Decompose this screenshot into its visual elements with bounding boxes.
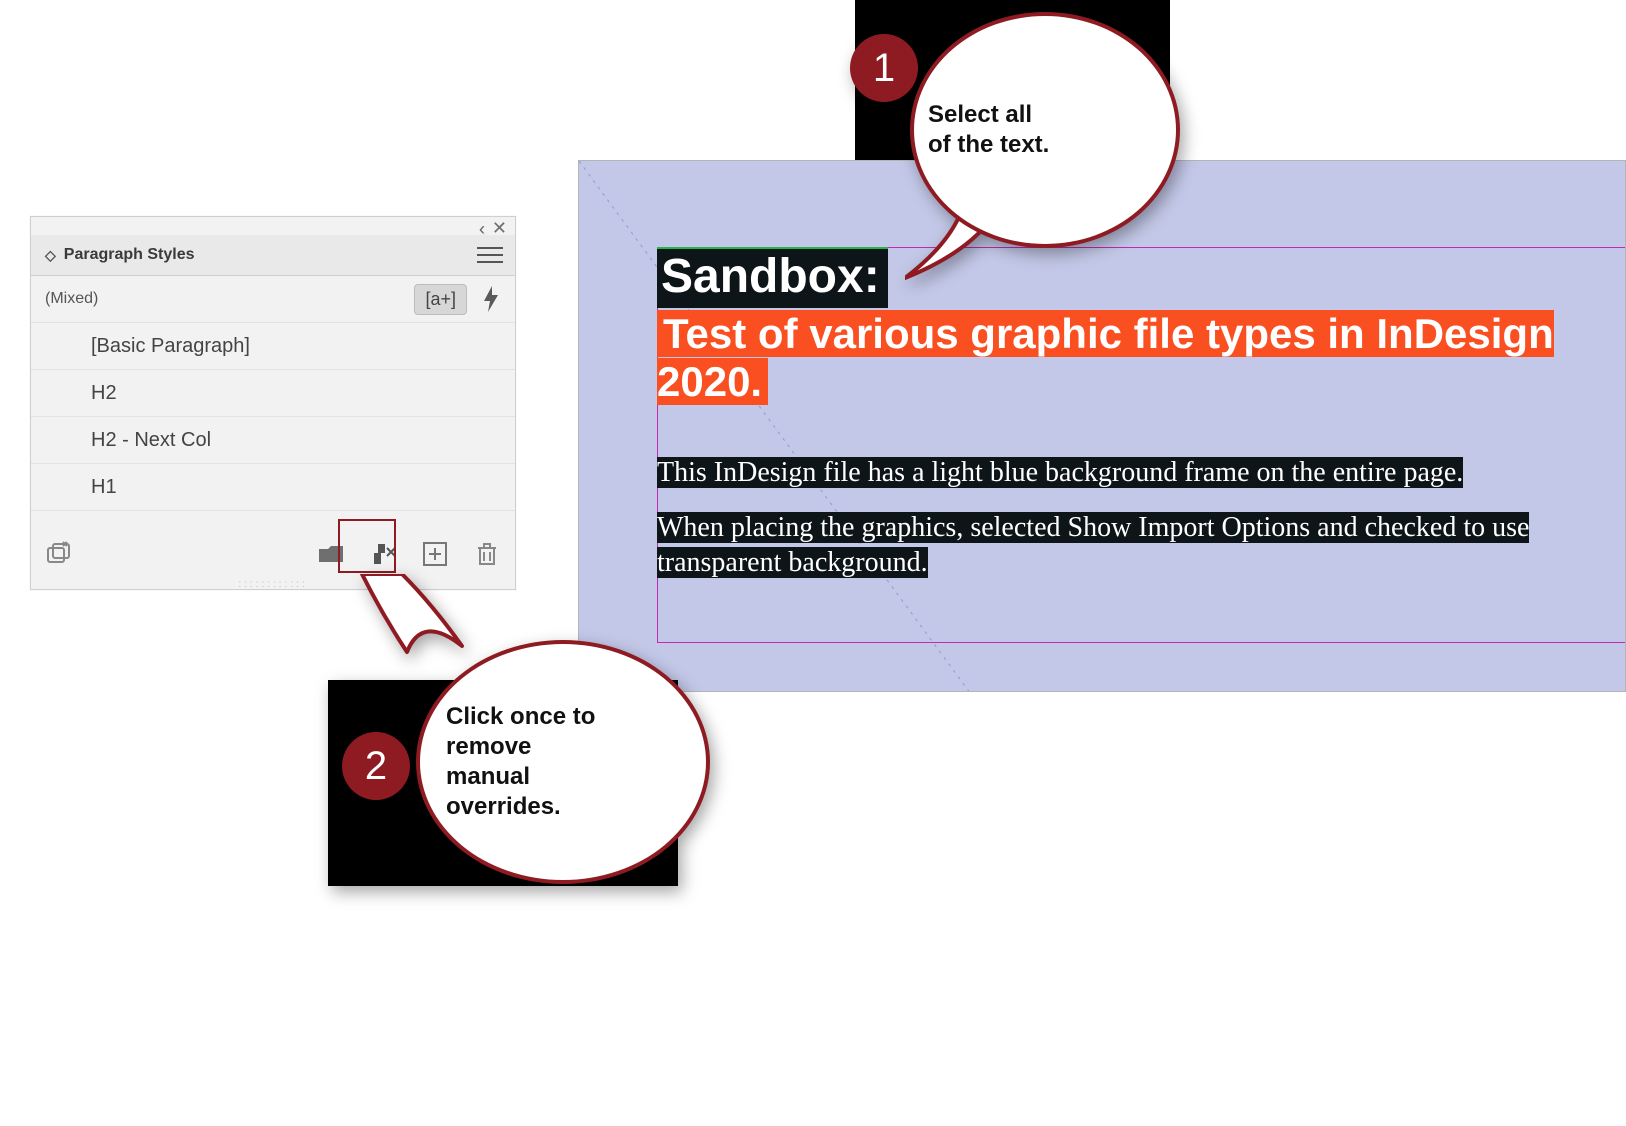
callout-1-number: 1 (850, 34, 918, 102)
panel-title: Paragraph Styles (64, 246, 195, 264)
panel-menu-icon[interactable] (477, 246, 503, 264)
mixed-style-label: (Mixed) (45, 290, 98, 308)
delete-style-icon[interactable] (473, 540, 501, 568)
callout-1: Select all of the text. 1 (870, 12, 1180, 272)
document-subheading: Test of various graphic file types in In… (657, 310, 1554, 405)
style-item-h1[interactable]: H1 (31, 464, 515, 511)
paragraph-styles-tab[interactable]: ◇ Paragraph Styles (31, 246, 209, 264)
clear-overrides-icon[interactable] (369, 540, 397, 568)
callout-2-pointer (352, 574, 472, 669)
callout-1-text: Select all of the text. (928, 100, 1058, 160)
new-style-icon[interactable] (421, 540, 449, 568)
cc-libraries-icon[interactable] (45, 540, 73, 568)
sort-icon: ◇ (45, 247, 56, 264)
panel-close-icon[interactable]: ✕ (492, 218, 507, 239)
callout-2: Click once to remove manual overrides. 2 (328, 624, 678, 904)
style-item-basic-paragraph[interactable]: [Basic Paragraph] (31, 323, 515, 370)
style-item-h2[interactable]: H2 (31, 370, 515, 417)
style-item-h2-next-col[interactable]: H2 - Next Col (31, 417, 515, 464)
document-heading: Sandbox: (657, 247, 888, 308)
paragraph-styles-panel: ‹‹ ✕ ◇ Paragraph Styles (Mixed) [a+] [Ba… (30, 216, 516, 590)
style-override-highlighter-button[interactable]: [a+] (414, 284, 467, 315)
selected-text-frame[interactable]: Sandbox: Test of various graphic file ty… (657, 247, 1617, 580)
quick-apply-icon[interactable] (481, 286, 501, 312)
callout-2-number: 2 (342, 732, 410, 800)
document-paragraph-2: When placing the graphics, selected Show… (657, 510, 1617, 580)
document-paragraph-1: This InDesign file has a light blue back… (657, 455, 1617, 490)
callout-2-text: Click once to remove manual overrides. (446, 702, 606, 822)
style-groups-folder-icon[interactable] (317, 540, 345, 568)
